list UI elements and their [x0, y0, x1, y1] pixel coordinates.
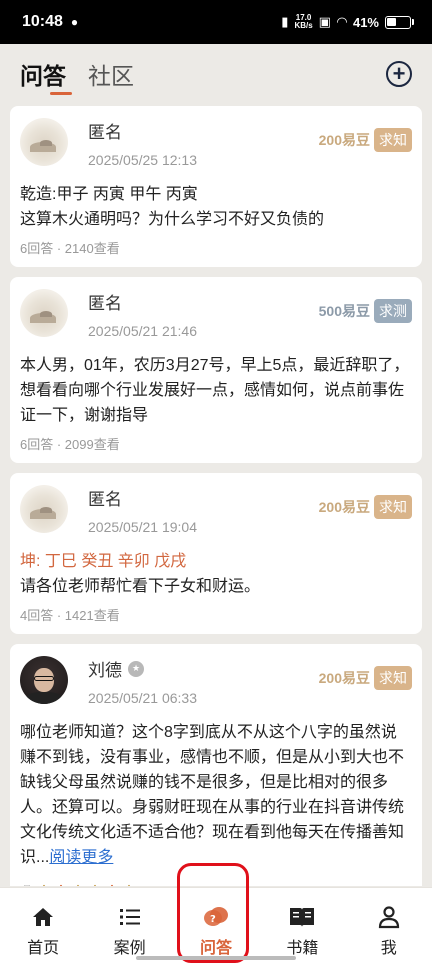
avatar[interactable]	[20, 118, 68, 166]
question-card[interactable]: 匿名 2025/05/21 21:46 500易豆 求测 本人男，01年，农历3…	[10, 277, 422, 463]
question-type-badge: 求知	[374, 128, 412, 152]
question-text: 哪位老师知道？这个8字到底从不从这个八字的虽然说赚不到钱，没有事业，感情也不顺，…	[20, 724, 405, 866]
nav-label: 案例	[113, 940, 146, 957]
list-icon	[118, 904, 142, 930]
user-name: 刘德	[88, 661, 122, 680]
question-card[interactable]: 刘德 ★ 2025/05/21 06:33 200易豆 求知 哪位老师知道？这个…	[10, 644, 422, 886]
nav-label: 我	[380, 940, 397, 957]
user-name-row: 刘德 ★	[88, 656, 319, 681]
gesture-bar	[136, 956, 296, 960]
vibrate-icon: ▮	[281, 14, 289, 29]
nav-label: 书籍	[286, 940, 319, 957]
reward: 200易豆 求知	[319, 666, 412, 690]
top-tabs: 问答 社区 +	[0, 44, 432, 104]
wifi-icon: ◠	[336, 14, 347, 29]
nav-books[interactable]: 书籍	[266, 904, 338, 958]
question-text: 请各位老师帮忙看下子女和财运。	[20, 578, 261, 595]
net-speed: 17.0 KB/s	[294, 13, 313, 30]
user-name: 匿名	[88, 123, 122, 142]
home-icon	[31, 904, 55, 930]
sim-icon: ▣	[318, 14, 331, 29]
reward: 200易豆 求知	[319, 495, 412, 519]
status-time: 10:48	[22, 13, 63, 30]
bean-reward: 200易豆	[318, 499, 370, 515]
question-text: 本人男，01年，农历3月27号，早上5点，最近辞职了，想看看向哪个行业发展好一点…	[20, 357, 410, 424]
bean-reward: 500易豆	[318, 303, 370, 319]
nav-label: 首页	[27, 940, 60, 957]
post-date: 2025/05/21 19:04	[88, 519, 197, 535]
user-name: 匿名	[88, 490, 122, 509]
tab-qa[interactable]: 问答	[20, 57, 72, 95]
nav-cases[interactable]: 案例	[94, 904, 166, 958]
read-more-link[interactable]: 阅读更多	[49, 849, 113, 866]
nav-me[interactable]: 我	[353, 904, 425, 958]
post-date: 2025/05/21 06:33	[88, 690, 197, 706]
tab-community[interactable]: 社区	[88, 57, 134, 91]
battery-icon	[385, 15, 411, 29]
medal-icon: ★	[128, 660, 144, 677]
battery-percent: 41%	[352, 14, 379, 30]
highlight-annotation	[177, 863, 249, 963]
bazi-chart: 坤: 丁巳 癸丑 辛卯 戊戌	[20, 553, 187, 570]
question-type-badge: 求知	[374, 495, 412, 519]
question-card[interactable]: 匿名 2025/05/21 19:04 200易豆 求知 坤: 丁巳 癸丑 辛卯…	[10, 473, 422, 634]
reward: 500易豆 求测	[319, 299, 412, 323]
question-text: 乾造:甲子 丙寅 甲午 丙寅 这算木火通明吗？为什么学习不好又负债的	[20, 186, 325, 228]
bazi-chart-thumbnail[interactable]: ▭▪▪▪▪▪▪	[20, 876, 148, 887]
nav-home[interactable]: 首页	[7, 904, 79, 958]
answer-view-count: 6回答 · 2099查看	[20, 437, 120, 452]
question-feed: 匿名 2025/05/25 12:13 200易豆 求知 乾造:甲子 丙寅 甲午…	[10, 106, 422, 886]
status-icons: ▮ 17.0 KB/s ▣ ◠ 41%	[281, 14, 414, 30]
user-name: 匿名	[88, 294, 122, 313]
bean-reward: 200易豆	[318, 670, 370, 686]
question-type-badge: 求知	[374, 666, 412, 690]
answer-view-count: 4回答 · 1421查看	[20, 608, 120, 623]
status-bar: 10:48 ● ▮ 17.0 KB/s ▣ ◠ 41%	[0, 0, 432, 44]
avatar[interactable]	[20, 656, 68, 704]
post-date: 2025/05/25 12:13	[88, 152, 197, 168]
book-icon	[288, 904, 316, 930]
post-date: 2025/05/21 21:46	[88, 323, 197, 339]
wechat-icon: ●	[70, 15, 79, 29]
question-card[interactable]: 匿名 2025/05/25 12:13 200易豆 求知 乾造:甲子 丙寅 甲午…	[10, 106, 422, 267]
avatar[interactable]	[20, 289, 68, 337]
question-type-badge: 求测	[374, 299, 412, 323]
answer-view-count: 6回答 · 2140查看	[20, 241, 120, 256]
plus-circle-icon[interactable]: +	[386, 61, 412, 87]
reward: 200易豆 求知	[319, 128, 412, 152]
bean-reward: 200易豆	[318, 132, 370, 148]
person-icon	[377, 904, 401, 930]
avatar[interactable]	[20, 485, 68, 533]
